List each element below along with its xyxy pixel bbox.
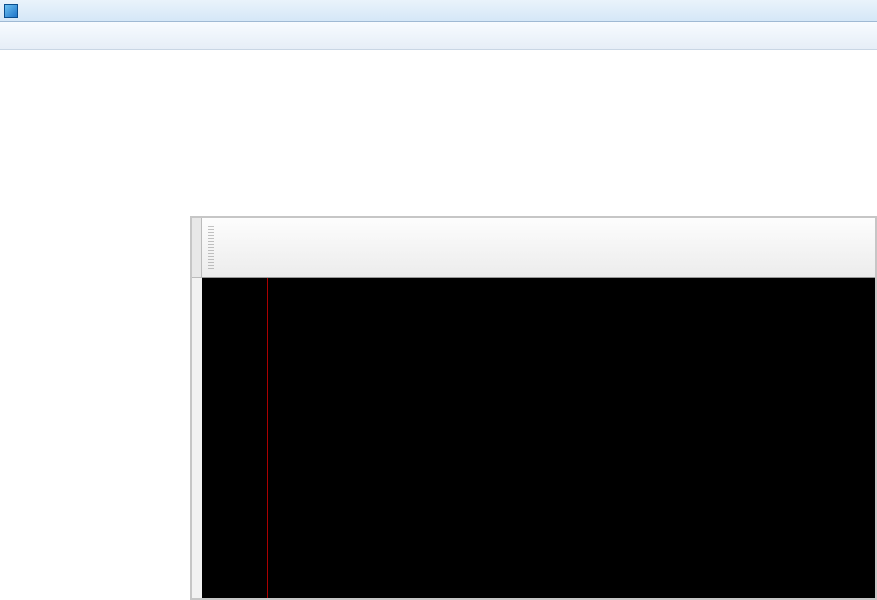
chart-area[interactable] bbox=[202, 278, 875, 598]
drawing-toolbar bbox=[202, 218, 875, 278]
app-icon bbox=[4, 4, 18, 18]
title-bar bbox=[0, 0, 877, 22]
toolbar-grip[interactable] bbox=[208, 226, 214, 270]
panel-collapse-stub[interactable] bbox=[192, 218, 202, 278]
menu-bar bbox=[0, 22, 877, 50]
plot-area[interactable] bbox=[268, 278, 875, 598]
workspace bbox=[0, 50, 877, 550]
inner-app bbox=[190, 216, 877, 600]
y-axis bbox=[202, 278, 268, 598]
